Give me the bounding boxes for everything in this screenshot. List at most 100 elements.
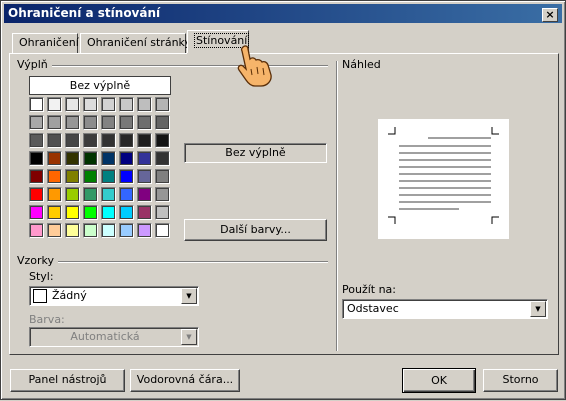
color-swatch[interactable] (65, 223, 80, 238)
color-swatch[interactable] (83, 115, 98, 130)
color-swatch[interactable] (83, 97, 98, 112)
color-swatch[interactable] (155, 223, 170, 238)
color-swatch[interactable] (65, 115, 80, 130)
color-swatch[interactable] (47, 187, 62, 202)
color-swatch[interactable] (119, 187, 134, 202)
style-swatch (33, 289, 47, 303)
color-swatch-fill (66, 134, 79, 147)
color-swatch-fill (66, 152, 79, 165)
color-swatch-fill (138, 116, 151, 129)
color-label: Barva: (29, 313, 65, 326)
color-swatch[interactable] (137, 151, 152, 166)
color-swatch-fill (102, 152, 115, 165)
color-swatch[interactable] (101, 133, 116, 148)
color-swatch[interactable] (119, 151, 134, 166)
more-colors-button[interactable]: Další barvy... (184, 219, 327, 241)
color-swatch[interactable] (101, 151, 116, 166)
color-swatch-fill (120, 224, 133, 237)
color-swatch-fill (102, 116, 115, 129)
color-swatch[interactable] (47, 223, 62, 238)
color-swatch[interactable] (137, 223, 152, 238)
color-swatch[interactable] (101, 115, 116, 130)
color-swatch[interactable] (155, 97, 170, 112)
color-swatch[interactable] (65, 97, 80, 112)
color-swatch-fill (120, 98, 133, 111)
color-swatch[interactable] (65, 151, 80, 166)
color-swatch[interactable] (83, 169, 98, 184)
color-swatch[interactable] (29, 115, 44, 130)
color-swatch-fill (156, 134, 169, 147)
color-swatch[interactable] (101, 97, 116, 112)
style-label: Styl: (29, 270, 54, 283)
color-swatch[interactable] (47, 151, 62, 166)
color-swatch[interactable] (119, 133, 134, 148)
color-swatch[interactable] (83, 133, 98, 148)
color-swatch[interactable] (155, 187, 170, 202)
color-swatch[interactable] (155, 133, 170, 148)
color-swatch[interactable] (101, 205, 116, 220)
preview-line (428, 137, 491, 139)
no-fill-button[interactable]: Bez výplně (29, 76, 171, 95)
color-swatch[interactable] (137, 205, 152, 220)
toolbar-button[interactable]: Panel nástrojů (10, 369, 125, 392)
chevron-down-icon[interactable]: ▼ (181, 288, 197, 304)
color-swatch[interactable] (155, 151, 170, 166)
color-swatch[interactable] (47, 205, 62, 220)
color-swatch[interactable] (119, 205, 134, 220)
color-swatch[interactable] (83, 223, 98, 238)
color-swatch[interactable] (119, 115, 134, 130)
hand-pointer-icon (237, 45, 272, 87)
color-swatch[interactable] (155, 115, 170, 130)
color-swatch[interactable] (47, 169, 62, 184)
color-swatch[interactable] (29, 151, 44, 166)
color-swatch[interactable] (29, 223, 44, 238)
color-swatch-fill (84, 152, 97, 165)
color-swatch[interactable] (47, 133, 62, 148)
color-swatch[interactable] (29, 169, 44, 184)
color-swatch[interactable] (83, 151, 98, 166)
pattern-color-dropdown[interactable]: Automatická ▼ (29, 327, 199, 347)
apply-to-dropdown[interactable]: Odstavec ▼ (342, 299, 548, 319)
color-swatch-fill (84, 134, 97, 147)
color-swatch-fill (30, 152, 43, 165)
color-swatch[interactable] (65, 169, 80, 184)
color-swatch[interactable] (137, 133, 152, 148)
preview-line (399, 173, 491, 175)
color-swatch[interactable] (83, 187, 98, 202)
color-swatch-fill (30, 206, 43, 219)
style-dropdown[interactable]: Žádný ▼ (29, 286, 199, 306)
color-swatch[interactable] (119, 169, 134, 184)
color-swatch-fill (66, 188, 79, 201)
color-swatch[interactable] (137, 169, 152, 184)
horizontal-line-button[interactable]: Vodorovná čára... (130, 369, 240, 392)
color-swatch[interactable] (137, 97, 152, 112)
color-swatch[interactable] (101, 169, 116, 184)
color-swatch[interactable] (65, 205, 80, 220)
color-swatch[interactable] (47, 97, 62, 112)
preview-line (399, 208, 459, 210)
color-swatch[interactable] (101, 187, 116, 202)
color-swatch[interactable] (101, 223, 116, 238)
color-swatch-fill (84, 206, 97, 219)
color-swatch[interactable] (29, 97, 44, 112)
color-swatch[interactable] (83, 205, 98, 220)
color-swatch[interactable] (119, 97, 134, 112)
color-swatch[interactable] (29, 187, 44, 202)
ok-button[interactable]: OK (402, 368, 476, 393)
color-swatch[interactable] (29, 133, 44, 148)
color-swatch-fill (138, 188, 151, 201)
color-swatch[interactable] (29, 205, 44, 220)
color-swatch[interactable] (155, 169, 170, 184)
chevron-down-icon[interactable]: ▼ (530, 301, 546, 317)
color-swatch[interactable] (119, 223, 134, 238)
color-swatch[interactable] (47, 115, 62, 130)
color-swatch[interactable] (137, 187, 152, 202)
chevron-down-icon[interactable]: ▼ (181, 329, 197, 345)
color-swatch[interactable] (155, 205, 170, 220)
cancel-button[interactable]: Storno (483, 369, 558, 392)
crop-mark-icon (491, 216, 499, 224)
preview-page (378, 119, 509, 239)
color-swatch[interactable] (65, 133, 80, 148)
color-swatch[interactable] (137, 115, 152, 130)
color-swatch[interactable] (65, 187, 80, 202)
